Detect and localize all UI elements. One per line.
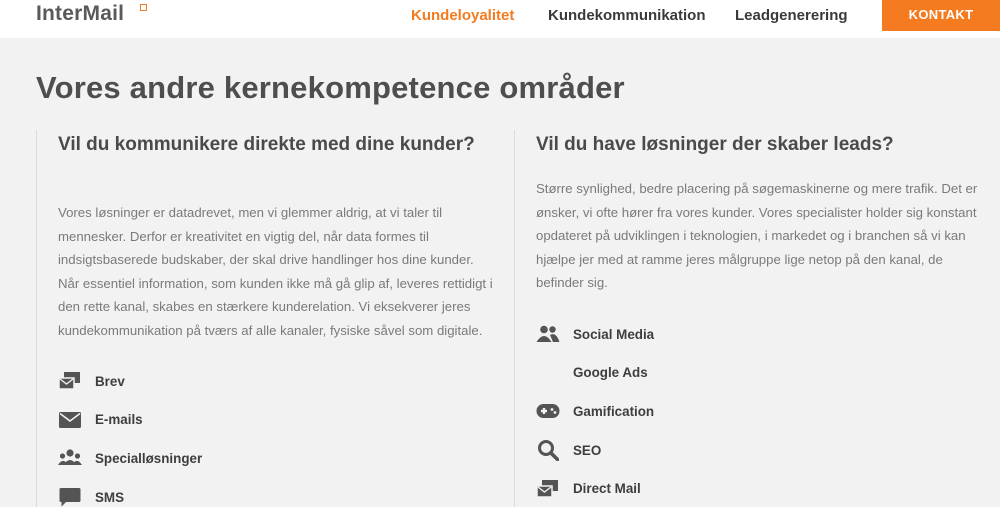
column-text: Vores løsninger er datadrevet, men vi gl… — [58, 205, 493, 338]
service-item-direct-mail[interactable]: Direct Mail — [536, 469, 654, 507]
nav-item-leadgenerering[interactable]: Leadgenerering — [735, 7, 848, 24]
service-label: Gamification — [573, 403, 655, 419]
service-item-gamification[interactable]: Gamification — [536, 392, 654, 431]
page-title: Vores andre kernekompetence områder — [36, 70, 625, 105]
main-nav: Kundeloyalitet Kundekommunikation Leadge… — [0, 7, 1000, 27]
column-heading: Vil du have løsninger der skaber leads? — [536, 134, 894, 155]
gamepad-icon — [536, 400, 560, 422]
service-item-google-ads[interactable]: Google Ads — [536, 354, 654, 393]
service-label: Social Media — [573, 326, 655, 342]
service-label: SMS — [95, 489, 125, 505]
contact-button[interactable]: KONTAKT — [882, 0, 1000, 31]
mail-stack-icon — [58, 370, 82, 392]
service-item-seo[interactable]: SEO — [536, 431, 654, 470]
service-label: Brev — [95, 373, 125, 389]
site-header: InterMail Kundeloyalitet Kundekommunikat… — [0, 0, 1000, 38]
envelope-icon — [58, 409, 82, 431]
nav-item-kundekommunikation[interactable]: Kundekommunikation — [548, 7, 706, 24]
service-item-speciallosninger[interactable]: Specialløsninger — [58, 439, 202, 478]
search-icon — [536, 439, 560, 462]
competence-column-communication: Vil du kommunikere direkte med dine kund… — [36, 130, 514, 507]
service-label: E-mails — [95, 412, 143, 428]
chat-bubble-icon — [58, 486, 82, 507]
service-item-social-media[interactable]: Social Media — [536, 315, 654, 354]
google-ads-icon — [536, 362, 560, 384]
people-icon — [536, 323, 560, 345]
nav-item-kundeloyalitet[interactable]: Kundeloyalitet — [411, 7, 514, 24]
column-text: Større synlighed, bedre placering på søg… — [536, 181, 978, 290]
service-label: Direct Mail — [573, 481, 641, 497]
column-heading: Vil du kommunikere direkte med dine kund… — [58, 134, 475, 155]
users-icon — [58, 447, 82, 469]
mail-stack-icon — [536, 478, 560, 500]
service-item-sms[interactable]: SMS — [58, 478, 202, 507]
service-item-emails[interactable]: E-mails — [58, 401, 202, 440]
competence-column-leads: Vil du have løsninger der skaber leads? … — [514, 130, 1000, 507]
service-list: Brev E-mails Specialløsninger SMS — [58, 362, 202, 507]
service-label: Google Ads — [573, 365, 648, 381]
service-list: Social Media Google Ads Gamification SEO… — [536, 315, 654, 507]
service-label: Specialløsninger — [95, 450, 203, 466]
service-item-brev[interactable]: Brev — [58, 362, 202, 401]
service-label: SEO — [573, 442, 602, 458]
